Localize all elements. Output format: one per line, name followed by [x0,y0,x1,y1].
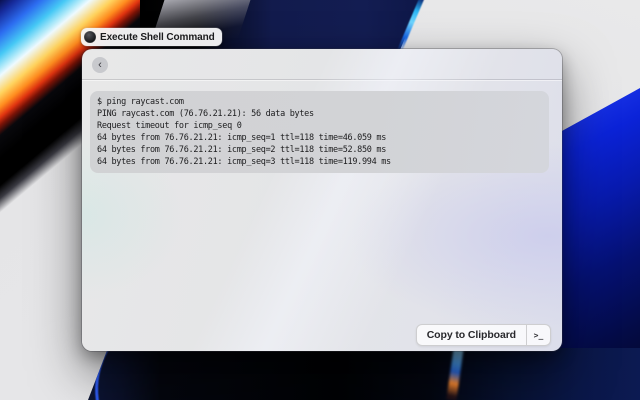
window-footer: Copy to Clipboard >_ [82,319,562,351]
shell-command-icon [84,31,96,43]
terminal-icon-button[interactable]: >_ [527,325,550,345]
desktop: Execute Shell Command ‹ $ ping raycast.c… [0,0,640,400]
terminal-output: $ ping raycast.com PING raycast.com (76.… [90,91,549,173]
command-tooltip-label: Execute Shell Command [100,32,215,43]
terminal-line: 64 bytes from 76.76.21.21: icmp_seq=2 tt… [97,144,549,156]
terminal-line: 64 bytes from 76.76.21.21: icmp_seq=3 tt… [97,156,549,168]
terminal-line: PING raycast.com (76.76.21.21): 56 data … [97,108,549,120]
terminal-line: 64 bytes from 76.76.21.21: icmp_seq=1 tt… [97,132,549,144]
footer-actions: Copy to Clipboard >_ [416,324,551,346]
terminal-line: Request timeout for icmp_seq 0 [97,120,549,132]
raycast-window: ‹ $ ping raycast.com PING raycast.com (7… [82,49,562,351]
chevron-left-icon: ‹ [98,59,102,71]
terminal-prompt-icon: >_ [534,331,544,340]
terminal-line: $ ping raycast.com [97,96,549,108]
window-header: ‹ [82,49,562,80]
command-tooltip: Execute Shell Command [81,28,222,46]
copy-to-clipboard-button[interactable]: Copy to Clipboard [417,325,526,345]
wallpaper-bottom-dark [88,348,640,400]
back-button[interactable]: ‹ [92,57,108,73]
